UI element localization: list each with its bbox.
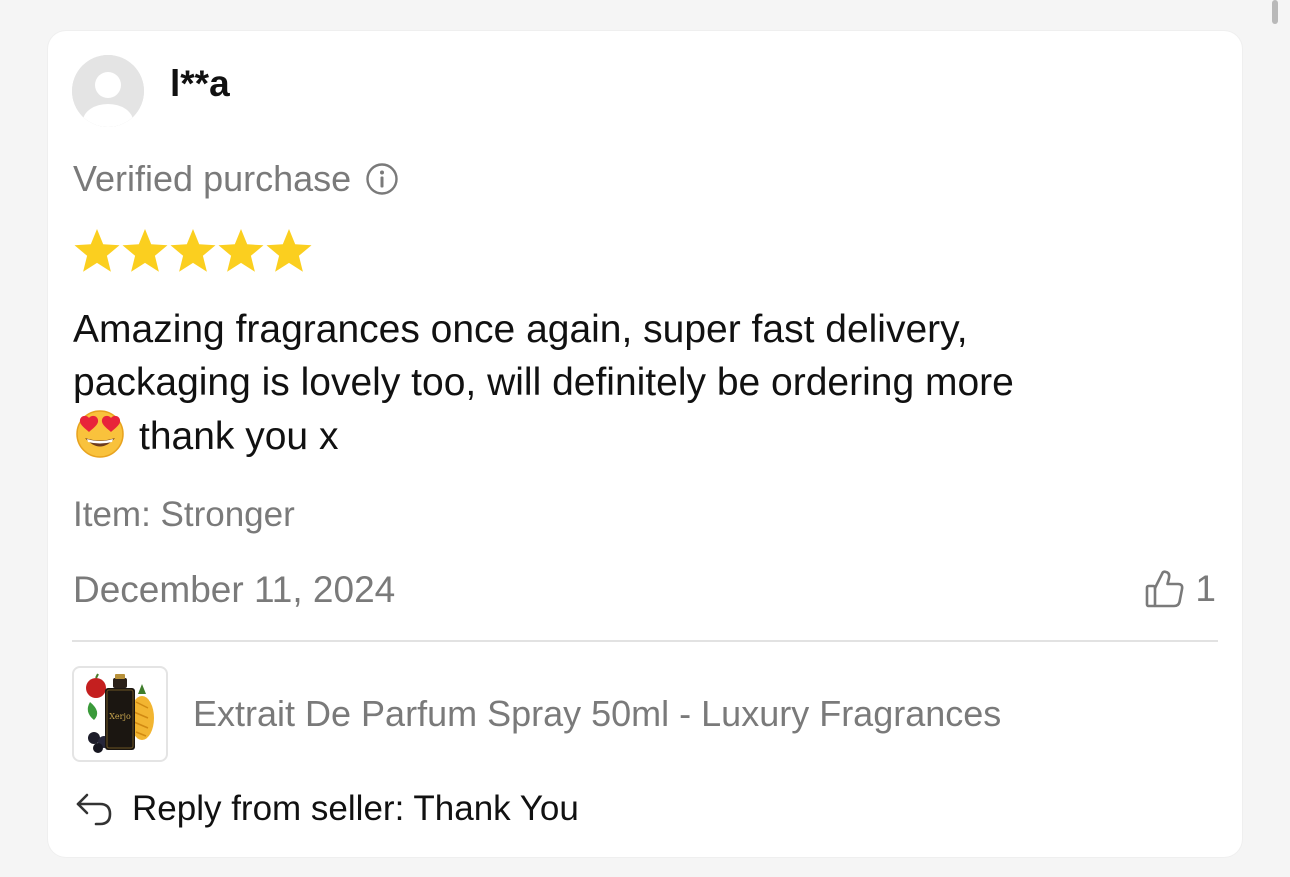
product-thumbnail: Xerjo [72, 666, 168, 762]
reviewer-name: l**a [170, 63, 230, 104]
divider [72, 640, 1218, 642]
star-icon [73, 227, 121, 275]
seller-reply: Reply from seller: Thank You [74, 787, 579, 831]
star-rating [73, 227, 313, 275]
avatar [72, 55, 144, 127]
review-card: l**a Verified purchase Amazing fragrance… [48, 31, 1242, 857]
star-icon [265, 227, 313, 275]
perfume-bottle-image: Xerjo [86, 673, 154, 753]
scrollbar[interactable] [1272, 0, 1278, 24]
review-text-line: thank you x [73, 409, 1233, 463]
info-circle-icon[interactable] [365, 162, 399, 196]
star-icon [169, 227, 217, 275]
item-variant: Item: Stronger [73, 495, 295, 534]
default-avatar-icon [72, 55, 144, 127]
svg-text:Xerjo: Xerjo [109, 712, 131, 721]
thumbs-up-icon [1143, 567, 1187, 611]
review-text: Amazing fragrances once again, super fas… [73, 303, 1233, 463]
heart-eyes-emoji-icon [73, 409, 127, 459]
product-link[interactable]: Xerjo Extrait De Parfum Spray 50ml - Lux… [72, 666, 1001, 762]
helpful-count: 1 [1195, 568, 1216, 609]
verified-purchase: Verified purchase [73, 157, 399, 201]
star-icon [217, 227, 265, 275]
star-icon [121, 227, 169, 275]
seller-reply-text: Reply from seller: Thank You [132, 789, 579, 828]
review-text-line: packaging is lovely too, will definitely… [73, 361, 1014, 404]
review-text-line: Amazing fragrances once again, super fas… [73, 308, 968, 351]
verified-purchase-label: Verified purchase [73, 158, 352, 199]
reply-arrow-icon [74, 789, 114, 829]
helpful-button[interactable]: 1 [1143, 567, 1216, 611]
product-name: Extrait De Parfum Spray 50ml - Luxury Fr… [193, 693, 1002, 734]
review-date: December 11, 2024 [73, 569, 396, 610]
review-text-line-end: thank you x [139, 415, 339, 458]
